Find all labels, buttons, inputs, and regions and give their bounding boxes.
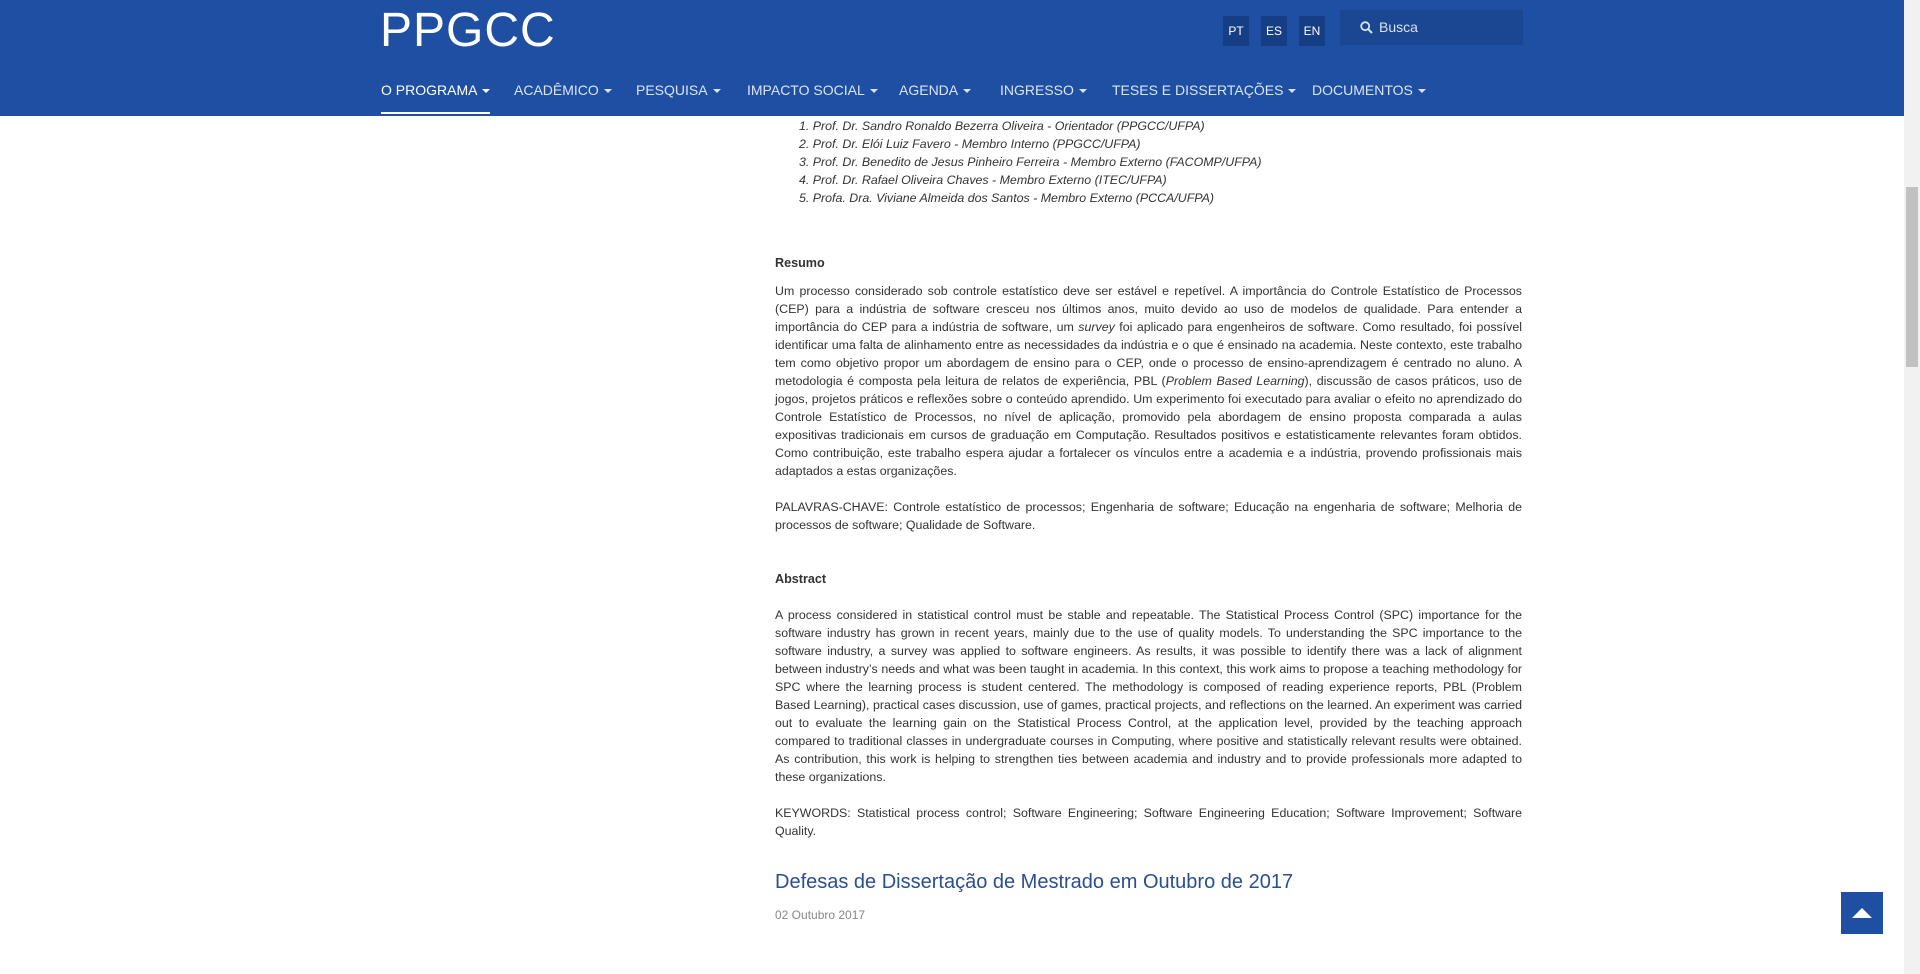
- chevron-down-icon: [963, 89, 972, 94]
- resumo-text: Um processo considerado sob controle est…: [775, 284, 1523, 478]
- abstract-heading: Abstract: [775, 572, 827, 586]
- scrollbar-thumb[interactable]: [1906, 187, 1918, 367]
- list-item: 5. Profa. Dra. Viviane Almeida dos Santo…: [799, 191, 1215, 205]
- list-item: 1. Prof. Dr. Sandro Ronaldo Bezerra Oliv…: [799, 119, 1205, 133]
- site-logo[interactable]: PPGCC: [380, 6, 556, 56]
- committee-list: 1. Prof. Dr. Sandro Ronaldo Bezerra Oliv…: [799, 117, 1399, 207]
- abstract-keywords: KEYWORDS: Statistical process control; S…: [775, 806, 1522, 838]
- chevron-down-icon: [712, 89, 721, 94]
- nav-impacto-social[interactable]: IMPACTO SOCIAL: [747, 78, 878, 114]
- chevron-down-icon: [869, 89, 878, 94]
- chevron-down-icon: [603, 89, 612, 94]
- chevron-down-icon: [1078, 89, 1087, 94]
- nav-agenda[interactable]: AGENDA: [899, 78, 972, 114]
- nav-o-programa[interactable]: O PROGRAMA: [381, 78, 491, 114]
- nav-teses-dissertacoes[interactable]: TESES E DISSERTAÇÕES: [1112, 78, 1297, 114]
- next-article-date: 02 Outubro 2017: [775, 908, 866, 922]
- nav-ingresso[interactable]: INGRESSO: [1000, 78, 1087, 114]
- back-to-top-button[interactable]: [1841, 892, 1883, 934]
- site-header: PPGCC PT ES EN Busca O PROGRAMA ACADÊMIC…: [0, 0, 1904, 116]
- lang-en-button[interactable]: EN: [1299, 16, 1325, 46]
- nav-documentos[interactable]: DOCUMENTOS: [1312, 78, 1426, 114]
- main-nav: O PROGRAMA ACADÊMICO PESQUISA IMPACTO SO…: [0, 76, 1904, 116]
- search-placeholder: Busca: [1379, 19, 1418, 35]
- resumo-keywords: PALAVRAS-CHAVE: Controle estatístico de …: [775, 500, 1522, 532]
- lang-es-button[interactable]: ES: [1261, 16, 1287, 46]
- lang-pt-button[interactable]: PT: [1223, 16, 1249, 46]
- page-scrollbar[interactable]: [1904, 0, 1920, 974]
- abstract-text: A process considered in statistical cont…: [775, 608, 1522, 784]
- next-article-link[interactable]: Defesas de Dissertação de Mestrado em Ou…: [775, 870, 1293, 894]
- resumo-heading: Resumo: [775, 256, 825, 270]
- list-item: 2. Prof. Dr. Elói Luiz Favero - Membro I…: [799, 137, 1141, 151]
- search-input[interactable]: Busca: [1340, 10, 1523, 45]
- nav-academico[interactable]: ACADÊMICO: [514, 78, 612, 114]
- list-item: 4. Prof. Dr. Rafael Oliveira Chaves - Me…: [799, 173, 1167, 187]
- search-icon: [1360, 21, 1373, 34]
- chevron-down-icon: [1288, 89, 1297, 94]
- list-item: 3. Prof. Dr. Benedito de Jesus Pinheiro …: [799, 155, 1262, 169]
- arrow-up-icon: [1852, 908, 1872, 918]
- chevron-down-icon: [482, 89, 491, 94]
- chevron-down-icon: [1417, 89, 1426, 94]
- nav-pesquisa[interactable]: PESQUISA: [636, 78, 721, 114]
